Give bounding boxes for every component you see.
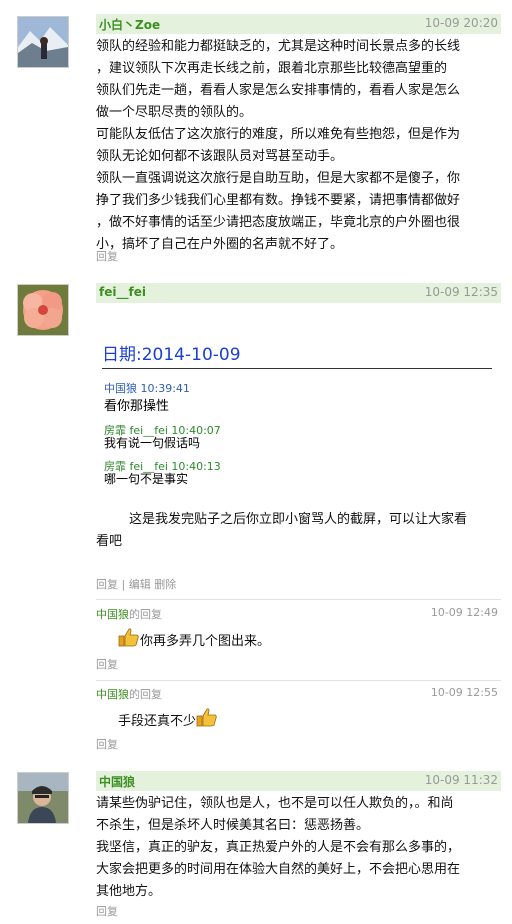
post-header: 小白丶Zoe 10-09 20:20	[96, 14, 501, 34]
post-content: 请某些伪驴记住，领队也是人，也不是可以任人欺负的，。和尚 不杀生，但是杀坏人时候…	[96, 793, 501, 903]
text-line: 大家会把更多的时间用在体验大自然的美好上，不会把心思用在	[96, 862, 461, 877]
username-link[interactable]: fei__fei	[99, 285, 146, 299]
text-line: 不杀生，但是杀坏人时候美其名曰：惩恶扬善。	[96, 818, 370, 833]
text-line: 其他地方。	[96, 884, 162, 899]
post-content: 这是我发完贴子之后你立即小窗骂人的截屏，可以让大家看 看吧	[96, 509, 501, 553]
post-content: 领队的经验和能力都挺缺乏的，尤其是这种时间长景点多的长线 ，建议领队下次再走长线…	[96, 36, 501, 256]
subreply-actions: 回复	[96, 656, 118, 672]
avatar[interactable]	[17, 772, 69, 824]
text-line: 请某些伪驴记住，领队也是人，也不是可以任人欺负的，。和尚	[96, 796, 454, 811]
chat-screenshot: 日期:2014-10-09 中国狼 10:39:41 看你那操性 房霏 fei_…	[100, 338, 495, 498]
subreply-actions: 回复	[96, 736, 118, 752]
action-separator: |	[121, 578, 129, 591]
post-header: 中国狼 10-09 11:32	[96, 771, 501, 791]
post-time: 10-09 12:35	[424, 285, 498, 299]
username-link[interactable]: 中国狼	[99, 773, 135, 790]
chat-message: 我有说一句假话吗	[104, 436, 201, 450]
text-line: 领队一直强调说这次旅行是自助互助，但是大家都不是傻子，你	[96, 171, 461, 186]
subreply-time: 10-09 12:55	[430, 686, 498, 699]
chat-sender: 中国狼 10:39:41	[104, 382, 190, 395]
reply-of-label: 的回复	[129, 688, 162, 701]
subreply-content: 你再多弄几个图出来。	[118, 626, 270, 650]
text-line: 领队们先走一趟，看看人家是怎么安排事情的，看看人家是怎么	[96, 83, 461, 98]
chat-message: 看你那操性	[104, 399, 170, 414]
subreply-text: 你再多弄几个图出来。	[140, 634, 271, 649]
reply-link[interactable]: 回复	[96, 738, 118, 751]
reply-link[interactable]: 回复	[96, 905, 118, 918]
reply-link[interactable]: 回复	[96, 250, 118, 263]
divider	[96, 680, 501, 681]
text-line: 这是我发完贴子之后你立即小窗骂人的截屏，可以让大家看	[96, 512, 468, 527]
avatar[interactable]	[17, 16, 69, 68]
divider	[102, 368, 492, 369]
text-line: 我坚信，真正的驴友，真正热爱户外的人是不会有那么多事的，	[96, 840, 461, 855]
subreply-header: 中国狼的回复 10-09 12:55	[96, 686, 501, 702]
thumbs-up-icon	[118, 626, 140, 657]
post-time: 10-09 11:32	[424, 773, 498, 787]
delete-link[interactable]: 删除	[154, 578, 176, 591]
chat-date: 日期:2014-10-09	[102, 345, 241, 365]
text-line: 领队无论如何都不该跟队员对骂甚至动手。	[96, 149, 344, 164]
text-line: ，建议领队下次再走长线之前，跟着北京那些比较德高望重的	[96, 61, 448, 76]
edit-link[interactable]: 编辑	[129, 578, 151, 591]
text-line: ，做不好事情的话至少请把态度放端正，毕竟北京的户外圈也很	[96, 215, 461, 230]
reply-link[interactable]: 回复	[96, 658, 118, 671]
reply-of-label: 的回复	[129, 608, 162, 621]
text-line: 可能队友低估了这次旅行的难度，所以难免有些抱怨，但是作为	[96, 127, 461, 142]
avatar[interactable]	[17, 284, 69, 336]
post-time: 10-09 20:20	[424, 16, 498, 30]
post-actions: 回复	[96, 248, 118, 264]
username-link[interactable]: 中国狼	[96, 688, 129, 701]
text-line: 挣了我们多少钱我们心里都有数。挣钱不要紧，请把事情都做好	[96, 193, 461, 208]
subreply-time: 10-09 12:49	[430, 606, 498, 619]
reply-link[interactable]: 回复	[96, 578, 118, 591]
text-line: 小，搞坏了自己在户外圈的名声就不好了。	[96, 237, 344, 252]
subreply-text: 手段还真不少	[118, 714, 197, 729]
chat-message: 哪一句不是事实	[104, 472, 189, 486]
text-line: 领队的经验和能力都挺缺乏的，尤其是这种时间长景点多的长线	[96, 39, 461, 54]
divider	[96, 599, 501, 600]
post-actions: 回复	[96, 903, 118, 919]
text-line: 看吧	[96, 534, 123, 549]
thumbs-up-icon	[196, 706, 218, 737]
username-link[interactable]: 中国狼	[96, 608, 129, 621]
post-header: fei__fei 10-09 12:35	[96, 283, 501, 303]
subreply-content: 手段还真不少	[118, 706, 218, 730]
subreply-header: 中国狼的回复 10-09 12:49	[96, 606, 501, 622]
text-line: 做一个尽职尽责的领队的。	[96, 105, 253, 120]
post-actions: 回复 | 编辑 删除	[96, 576, 176, 592]
username-link[interactable]: 小白丶Zoe	[99, 16, 160, 33]
